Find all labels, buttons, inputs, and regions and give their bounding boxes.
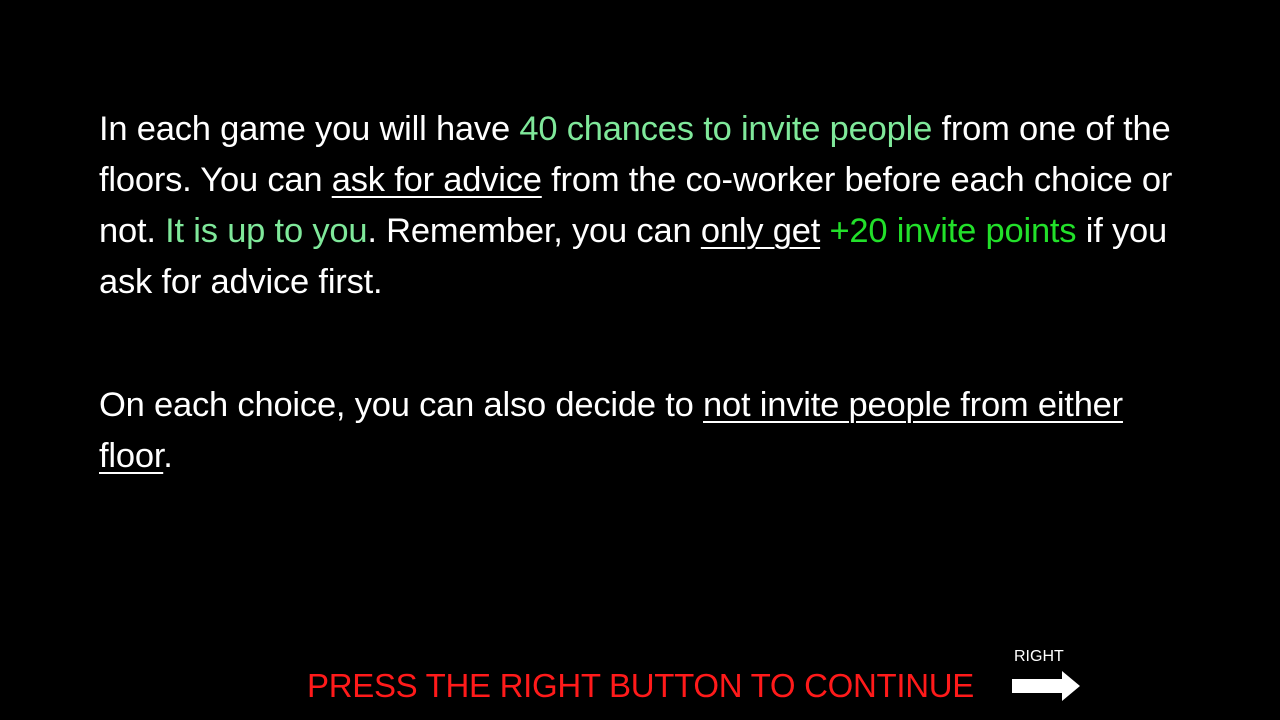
p2-text: On each choice, you can also decide to xyxy=(99,386,704,424)
instruction-slide: In each game you will have 40 chances to… xyxy=(0,0,1280,720)
p1-text: In each game you will have xyxy=(99,110,520,148)
continue-prompt: PRESS THE RIGHT BUTTON TO CONTINUE xyxy=(307,667,975,704)
right-button-label: RIGHT xyxy=(1014,648,1064,665)
instruction-paragraph-2: On each choice, you can also decide to n… xyxy=(99,380,1199,482)
up-to-you-highlight: It is up to you xyxy=(165,212,368,250)
instruction-paragraph-1: In each game you will have 40 chances to… xyxy=(99,104,1199,308)
only-get-underline: only get xyxy=(700,212,821,250)
p1-text-4: . Remember, you can xyxy=(367,212,701,250)
chances-highlight: 40 chances to invite people xyxy=(519,110,933,148)
p2-period: . xyxy=(163,437,173,475)
invite-points-highlight: +20 invite points xyxy=(829,212,1077,250)
ask-advice-underline: ask for advice xyxy=(331,161,542,199)
right-arrow-icon xyxy=(1012,671,1080,701)
